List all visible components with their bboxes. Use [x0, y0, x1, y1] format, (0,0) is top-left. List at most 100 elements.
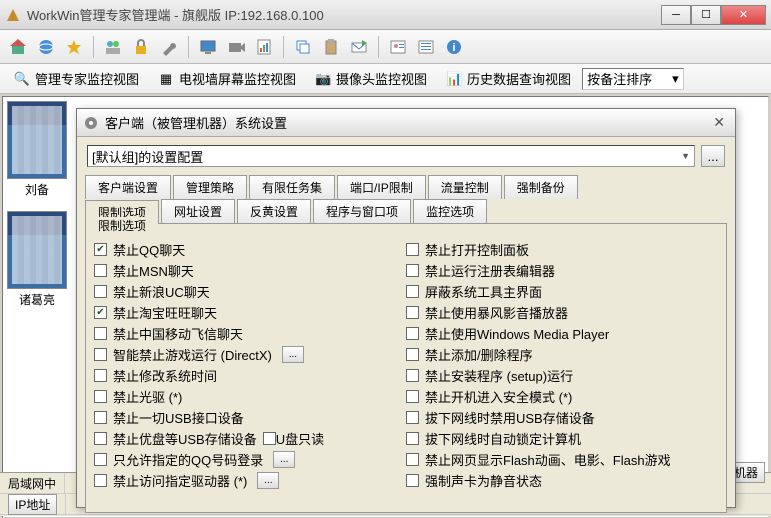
toolbar-home-icon[interactable] — [6, 35, 30, 59]
checkbox[interactable] — [406, 453, 419, 466]
restriction-option: 只允许指定的QQ号码登录... — [94, 449, 406, 470]
toolbar-contact-icon[interactable] — [386, 35, 410, 59]
tab-程序与窗口项[interactable]: 程序与窗口项 — [313, 199, 411, 223]
main-toolbar: i — [0, 30, 771, 64]
checkbox[interactable] — [263, 432, 276, 445]
search-icon: 🔍 — [13, 70, 31, 88]
tab-反黄设置[interactable]: 反黄设置 — [237, 199, 311, 223]
checkbox[interactable] — [94, 411, 107, 424]
option-label: 禁止添加/删除程序 — [425, 345, 533, 364]
checkbox[interactable] — [406, 369, 419, 382]
toolbar-list-icon[interactable] — [414, 35, 438, 59]
checkbox[interactable] — [94, 306, 107, 319]
restriction-option: 屏蔽系统工具主界面 — [406, 281, 718, 302]
view-history-query[interactable]: 📊历史数据查询视图 — [438, 67, 578, 91]
tab-端口/IP限制[interactable]: 端口/IP限制 — [337, 175, 426, 199]
maximize-button[interactable]: ☐ — [691, 5, 721, 25]
checkbox[interactable] — [406, 474, 419, 487]
ellipsis-button[interactable]: ... — [282, 346, 304, 363]
ellipsis-button[interactable]: ... — [257, 472, 279, 489]
view-expert-monitor[interactable]: 🔍管理专家监控视图 — [6, 67, 146, 91]
minimize-button[interactable]: ─ — [661, 5, 691, 25]
groupbox-title: 限制选项 — [94, 217, 150, 234]
option-label: 禁止开机进入安全模式 (*) — [425, 387, 572, 406]
restriction-option: 禁止开机进入安全模式 (*) — [406, 386, 718, 407]
tab-有限任务集[interactable]: 有限任务集 — [249, 175, 335, 199]
view-camera-monitor[interactable]: 📷摄像头监控视图 — [307, 67, 434, 91]
checkbox[interactable] — [406, 306, 419, 319]
lan-label: 局域网中 — [0, 473, 65, 493]
toolbar-paste-icon[interactable] — [319, 35, 343, 59]
title-bar: WorkWin管理专家管理端 - 旗舰版 IP:192.168.0.100 ─ … — [0, 0, 771, 30]
ellipsis-button[interactable]: ... — [273, 451, 295, 468]
checkbox[interactable] — [406, 411, 419, 424]
toolbar-camera-icon[interactable] — [224, 35, 248, 59]
toolbar-users-icon[interactable] — [101, 35, 125, 59]
checkbox[interactable] — [94, 243, 107, 256]
checkbox[interactable] — [94, 369, 107, 382]
tab-网址设置[interactable]: 网址设置 — [161, 199, 235, 223]
checkbox[interactable] — [94, 474, 107, 487]
toolbar-lock-icon[interactable] — [129, 35, 153, 59]
dialog-close-icon[interactable]: ✕ — [709, 114, 729, 131]
option-label: 禁止安装程序 (setup)运行 — [425, 366, 573, 385]
toolbar-wrench-icon[interactable] — [157, 35, 181, 59]
checkbox[interactable] — [406, 432, 419, 445]
toolbar-screen-icon[interactable] — [196, 35, 220, 59]
restriction-option: 禁止安装程序 (setup)运行 — [406, 365, 718, 386]
dialog-title-bar: 客户端（被管理机器）系统设置 ✕ — [77, 109, 735, 137]
tab-流量控制[interactable]: 流量控制 — [428, 175, 502, 199]
checkbox[interactable] — [406, 285, 419, 298]
checkbox[interactable] — [406, 348, 419, 361]
client-settings-dialog: 客户端（被管理机器）系统设置 ✕ [默认组]的设置配置▼ ... 客户端设置管理… — [76, 108, 736, 508]
tab-监控选项[interactable]: 监控选项 — [413, 199, 487, 223]
restriction-option: 禁止添加/删除程序 — [406, 344, 718, 365]
option-label: 禁止淘宝旺旺聊天 — [113, 303, 217, 322]
chevron-down-icon: ▼ — [681, 151, 690, 161]
checkbox[interactable] — [94, 432, 107, 445]
checkbox[interactable] — [94, 285, 107, 298]
toolbar-globe-icon[interactable] — [34, 35, 58, 59]
ip-address-button[interactable]: IP地址 — [8, 494, 57, 515]
checkbox[interactable] — [94, 453, 107, 466]
restriction-option: 禁止网页显示Flash动画、电影、Flash游戏 — [406, 449, 718, 470]
checkbox[interactable] — [406, 390, 419, 403]
checkbox[interactable] — [94, 390, 107, 403]
option-label: 智能禁止游戏运行 (DirectX) — [113, 345, 272, 364]
option-label: 禁止使用暴风影音播放器 — [425, 303, 568, 322]
app-icon — [5, 7, 21, 23]
restriction-option: 禁止一切USB接口设备 — [94, 407, 406, 428]
dialog-tabs: 客户端设置管理策略有限任务集端口/IP限制流量控制强制备份 限制选项网址设置反黄… — [77, 175, 735, 223]
checkbox[interactable] — [406, 243, 419, 256]
tab-强制备份[interactable]: 强制备份 — [504, 175, 578, 199]
toolbar-star-icon[interactable] — [62, 35, 86, 59]
svg-text:i: i — [452, 42, 455, 54]
config-group-dropdown[interactable]: [默认组]的设置配置▼ — [87, 145, 695, 167]
option-label: U盘只读 — [276, 429, 324, 448]
close-button[interactable]: ✕ — [721, 5, 766, 25]
client-thumbnail[interactable]: 诸葛亮 — [7, 211, 67, 311]
restriction-option: 禁止中国移动飞信聊天 — [94, 323, 406, 344]
checkbox[interactable] — [94, 348, 107, 361]
toolbar-send-icon[interactable] — [347, 35, 371, 59]
restriction-option: 禁止新浪UC聊天 — [94, 281, 406, 302]
checkbox[interactable] — [94, 264, 107, 277]
chart-icon: 📊 — [445, 70, 463, 88]
view-tvwall-monitor[interactable]: ▦电视墙屏幕监控视图 — [150, 67, 303, 91]
checkbox[interactable] — [406, 327, 419, 340]
browse-button[interactable]: ... — [701, 145, 725, 167]
restriction-option: 禁止优盘等USB存储设备 U盘只读 — [94, 428, 406, 449]
camera-icon: 📷 — [314, 70, 332, 88]
toolbar-report-icon[interactable] — [252, 35, 276, 59]
thumbnail-preview — [7, 101, 67, 179]
option-label: 禁止一切USB接口设备 — [113, 408, 244, 427]
toolbar-info-icon[interactable]: i — [442, 35, 466, 59]
checkbox[interactable] — [406, 264, 419, 277]
client-thumbnail[interactable]: 刘备 — [7, 101, 67, 201]
tab-客户端设置[interactable]: 客户端设置 — [85, 175, 171, 199]
tab-管理策略[interactable]: 管理策略 — [173, 175, 247, 199]
sort-dropdown[interactable]: 按备注排序▾ — [582, 68, 684, 90]
toolbar-copy-icon[interactable] — [291, 35, 315, 59]
checkbox[interactable] — [94, 327, 107, 340]
option-label: 禁止QQ聊天 — [113, 240, 185, 259]
